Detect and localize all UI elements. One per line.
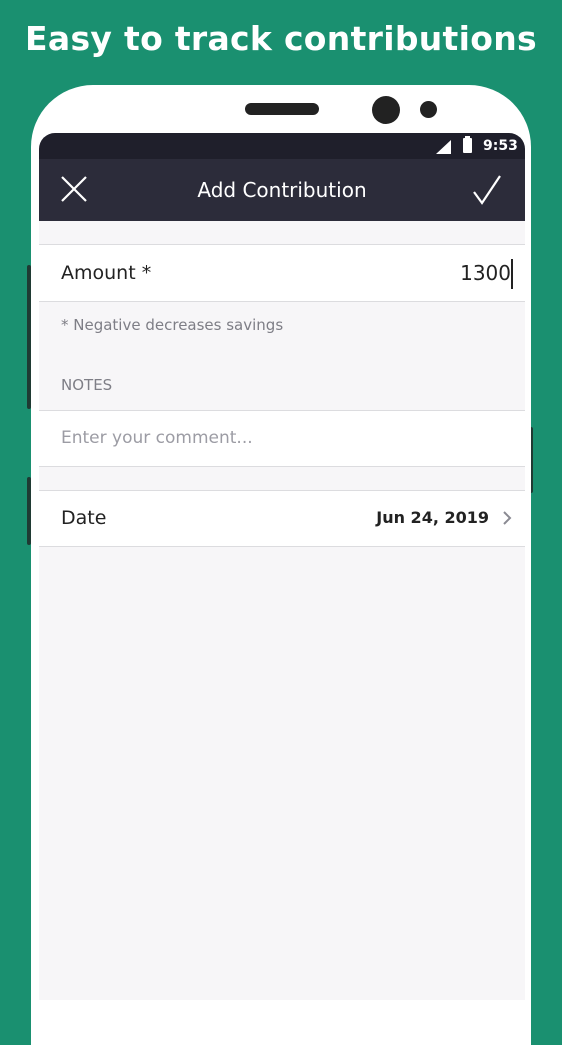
page-title: Add Contribution bbox=[197, 178, 367, 202]
notes-input[interactable] bbox=[61, 425, 501, 451]
amount-value: 1300 bbox=[460, 261, 511, 285]
phone-sensor bbox=[420, 101, 437, 118]
signal-icon bbox=[436, 140, 451, 154]
amount-hint: * Negative decreases savings bbox=[61, 316, 284, 334]
text-cursor bbox=[511, 259, 513, 289]
checkmark-icon bbox=[473, 175, 501, 205]
date-value: Jun 24, 2019 bbox=[376, 508, 489, 527]
status-bar: 9:53 bbox=[39, 133, 525, 159]
chevron-right-icon bbox=[499, 508, 515, 528]
battery-icon bbox=[463, 136, 472, 153]
notes-section-label: NOTES bbox=[61, 376, 113, 394]
phone-camera bbox=[372, 96, 400, 124]
amount-label: Amount * bbox=[61, 262, 152, 284]
close-icon bbox=[61, 176, 87, 202]
date-label: Date bbox=[61, 507, 107, 529]
amount-field[interactable]: Amount * 1300 bbox=[39, 244, 525, 302]
toolbar: Add Contribution bbox=[39, 159, 525, 221]
notes-field bbox=[39, 410, 525, 467]
status-time: 9:53 bbox=[483, 138, 518, 154]
close-button[interactable] bbox=[55, 173, 95, 207]
app-screen: 9:53 Add Contribution Amount * 1300 * Ne… bbox=[39, 133, 525, 1000]
date-row[interactable]: Date Jun 24, 2019 bbox=[39, 490, 525, 547]
phone-speaker bbox=[245, 103, 319, 115]
promo-headline: Easy to track contributions bbox=[25, 19, 537, 58]
save-button[interactable] bbox=[467, 171, 509, 209]
